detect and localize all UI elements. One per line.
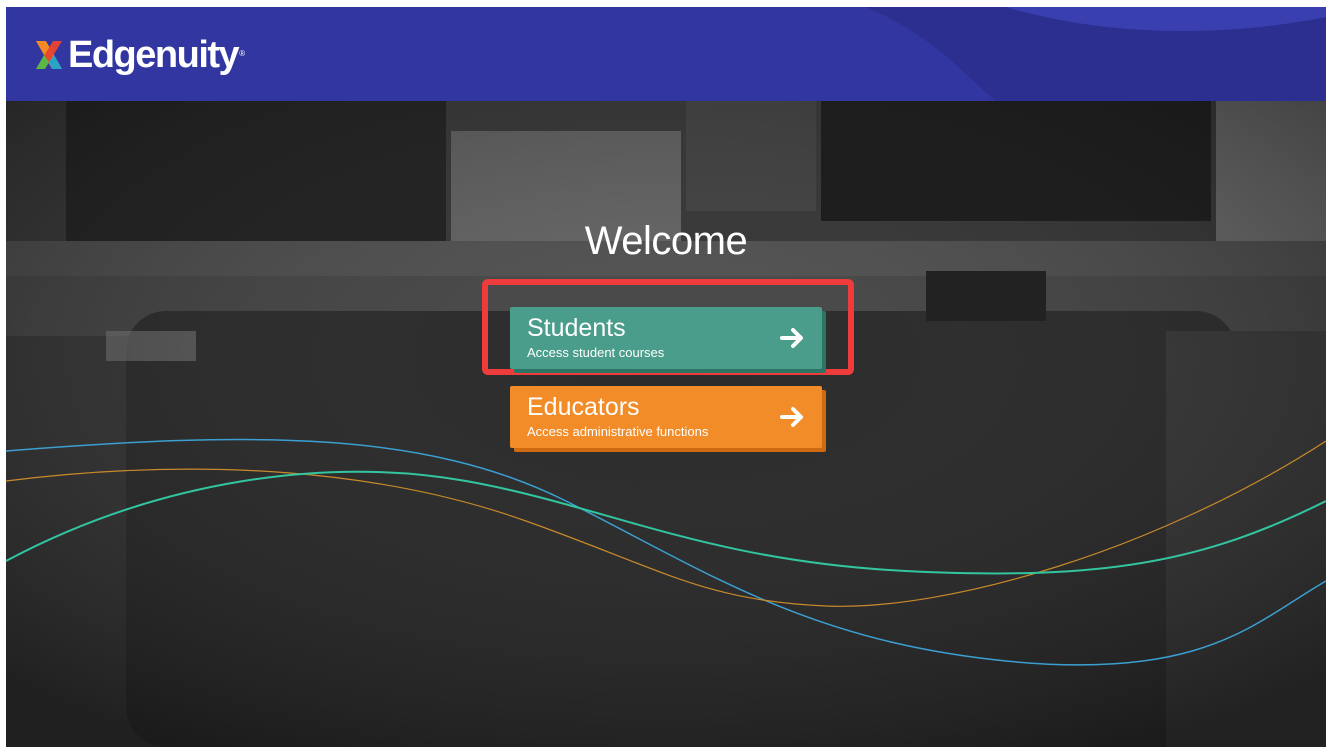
edgenuity-x-logo-icon	[36, 41, 62, 69]
brand-name: Edgenuity	[68, 33, 240, 76]
registered-mark: ®	[239, 49, 246, 58]
hero-section: Welcome Students Access student courses …	[6, 101, 1326, 747]
arrow-right-icon	[780, 407, 803, 427]
educators-button[interactable]: Educators Access administrative function…	[510, 386, 822, 448]
educators-title: Educators	[527, 393, 640, 421]
edgenuity-logo[interactable]: Edgenuity ®	[32, 33, 245, 77]
students-button[interactable]: Students Access student courses	[510, 307, 822, 369]
students-subtitle: Access student courses	[527, 345, 665, 360]
educators-subtitle: Access administrative functions	[527, 424, 709, 439]
arrow-right-icon	[780, 328, 803, 348]
header-bar: Edgenuity ®	[6, 7, 1326, 101]
students-title: Students	[527, 314, 626, 342]
page-frame: Edgenuity ® Welcome Students Access stud…	[6, 7, 1326, 747]
welcome-heading: Welcome	[584, 219, 748, 263]
